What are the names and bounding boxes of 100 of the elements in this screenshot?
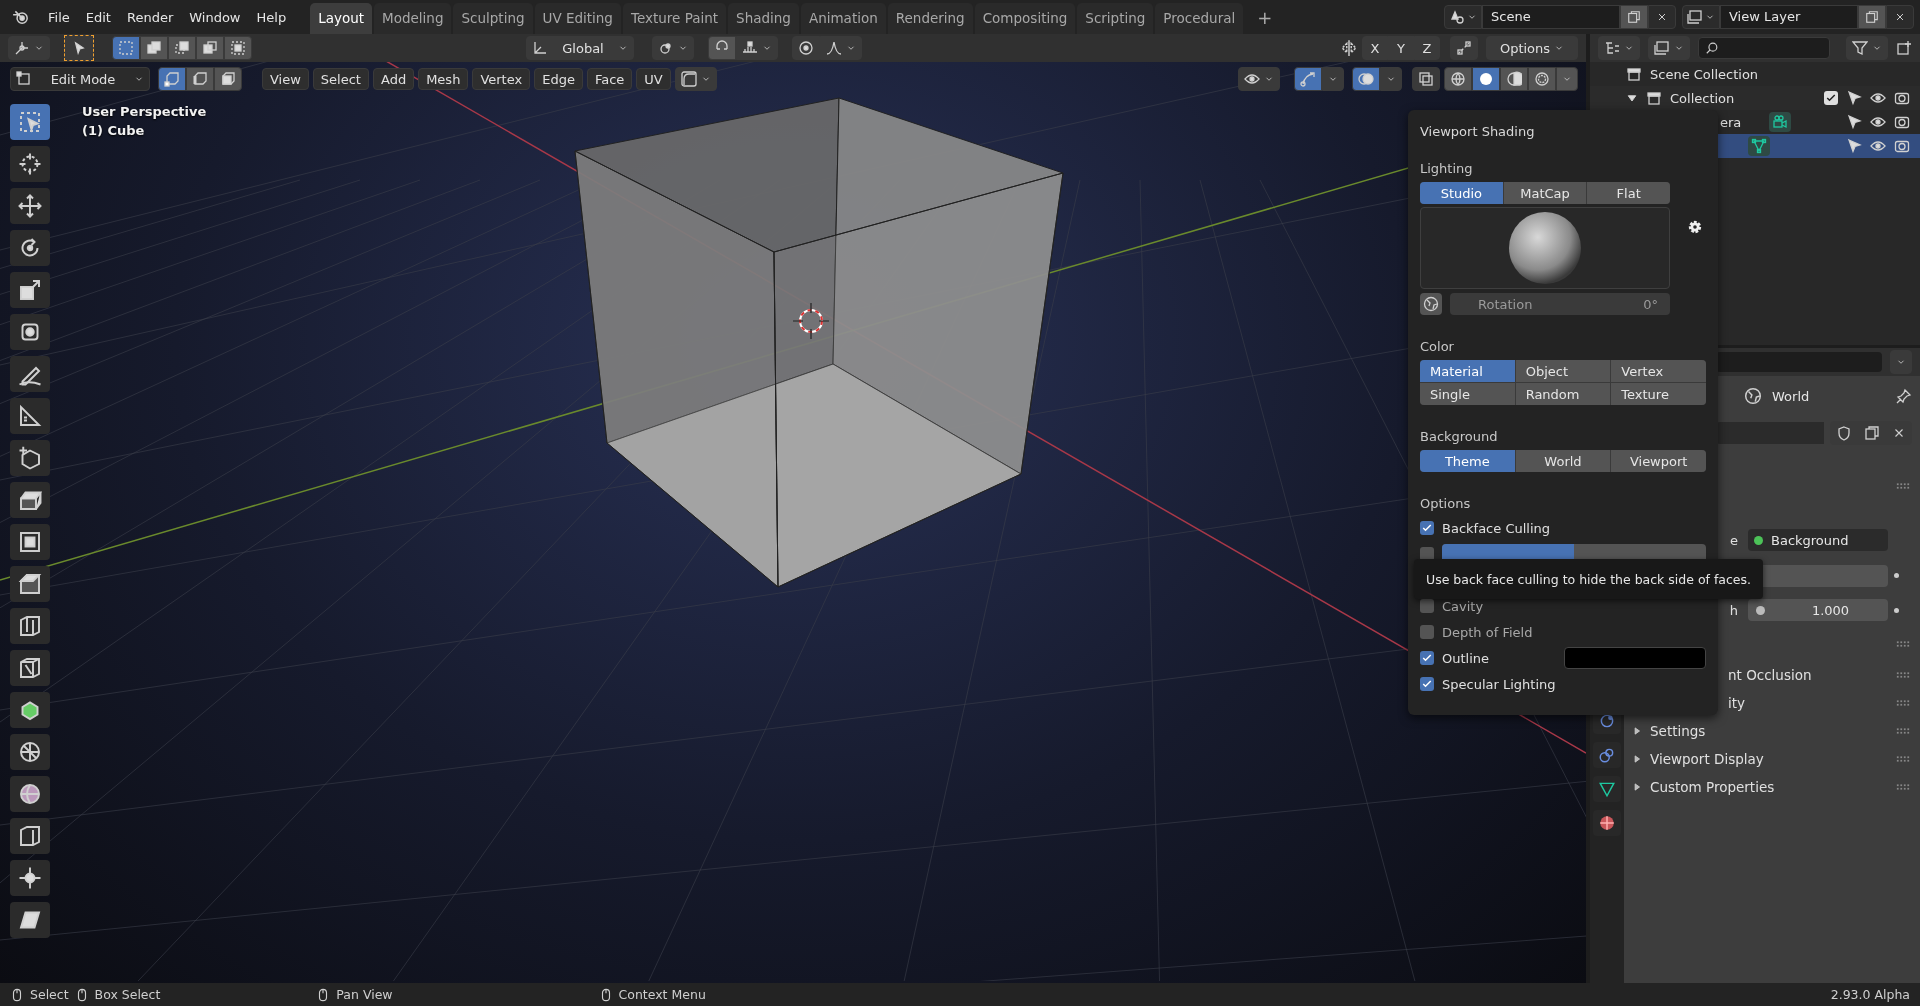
tool-button[interactable] <box>10 356 50 392</box>
tool-button[interactable] <box>10 692 50 728</box>
viewport-menu[interactable]: Mesh <box>418 68 469 90</box>
outliner-item[interactable]: Collection <box>1670 90 1735 106</box>
checkbox[interactable] <box>1420 677 1434 691</box>
segment-option[interactable]: Viewport <box>1611 450 1706 472</box>
visibility-dropdown[interactable] <box>1238 67 1280 91</box>
outliner-item[interactable]: era <box>1720 114 1742 130</box>
tool-button[interactable] <box>10 314 50 350</box>
mirror-axis-toggle[interactable]: Y <box>1388 36 1414 60</box>
auto-merge-toggle[interactable] <box>1450 36 1478 60</box>
properties-tab[interactable] <box>1593 776 1621 802</box>
tool-button[interactable] <box>10 272 50 308</box>
viewport-menu[interactable]: Face <box>586 68 633 90</box>
display-mode-dropdown[interactable] <box>1598 36 1640 60</box>
tool-button[interactable] <box>10 818 50 854</box>
checkbox[interactable] <box>1420 521 1434 535</box>
segment-option[interactable]: Texture <box>1611 383 1706 405</box>
surface-shader-field[interactable]: Background <box>1748 529 1888 551</box>
tool-button[interactable] <box>10 734 50 770</box>
snap-menu-button[interactable] <box>674 67 717 91</box>
checkbox[interactable] <box>1420 599 1434 613</box>
tool-button[interactable] <box>10 650 50 686</box>
panel-header[interactable]: nt Occlusion <box>1728 667 1812 683</box>
panel-header[interactable]: Custom Properties <box>1650 779 1775 795</box>
orientation-dropdown[interactable]: Global <box>526 36 634 60</box>
workspace-tab[interactable]: Texture Paint <box>622 3 727 34</box>
tool-button[interactable] <box>10 902 50 938</box>
selection-mode-button[interactable] <box>168 36 196 60</box>
panel-header[interactable]: ity <box>1728 695 1746 711</box>
selection-mode-button[interactable] <box>140 36 168 60</box>
menu-item[interactable]: File <box>40 5 78 29</box>
checkbox[interactable] <box>1420 625 1434 639</box>
segment-option[interactable]: Vertex <box>1611 360 1706 382</box>
expand-triangle-icon[interactable] <box>1626 92 1638 104</box>
collapsed-triangle-icon[interactable] <box>1632 782 1642 792</box>
workspace-tab[interactable]: Compositing <box>974 3 1076 34</box>
solid-sphere-icon[interactable] <box>1478 71 1494 87</box>
camera-data-icon[interactable] <box>1772 114 1789 130</box>
pointer-icon[interactable] <box>1846 138 1862 154</box>
collapsed-triangle-icon[interactable] <box>1632 754 1642 764</box>
segment-option[interactable]: Single <box>1420 383 1515 405</box>
snap-toggle[interactable] <box>708 36 736 60</box>
tool-button[interactable] <box>10 230 50 266</box>
properties-tab[interactable] <box>1593 810 1621 836</box>
shading-mode-button[interactable] <box>1500 67 1528 91</box>
menu-item[interactable]: Help <box>248 5 295 29</box>
menu-item[interactable]: Window <box>181 5 249 29</box>
segment-option[interactable]: Random <box>1515 383 1611 405</box>
shading-mode-button[interactable] <box>1444 67 1472 91</box>
pointer-icon[interactable] <box>1846 114 1862 130</box>
studio-light-preview[interactable] <box>1420 207 1670 289</box>
pivot-dropdown[interactable] <box>652 36 694 60</box>
workspace-tab[interactable]: Sculpting <box>453 3 533 34</box>
mode-dropdown[interactable]: Edit Mode <box>10 67 150 91</box>
filter-view-dropdown[interactable] <box>1648 36 1690 60</box>
element-mode-button[interactable] <box>214 67 242 91</box>
properties-tab[interactable] <box>1593 742 1621 768</box>
workspace-tab[interactable]: Shading <box>728 3 799 34</box>
mirror-icon[interactable] <box>1340 39 1358 57</box>
camera-icon[interactable] <box>1894 138 1910 154</box>
selection-mode-button[interactable] <box>224 36 252 60</box>
overlays-toggle[interactable] <box>1352 67 1380 91</box>
mesh-data-icon[interactable] <box>1751 138 1767 154</box>
panel-header[interactable]: Viewport Display <box>1650 751 1764 767</box>
camera-icon[interactable] <box>1894 90 1910 106</box>
viewport-menu[interactable]: Select <box>312 68 369 90</box>
tool-button[interactable] <box>10 776 50 812</box>
menu-item[interactable]: Render <box>118 5 182 29</box>
editor-type-button[interactable] <box>8 36 50 60</box>
tool-button[interactable] <box>10 566 50 602</box>
tool-button[interactable] <box>10 524 50 560</box>
select-tool-button[interactable] <box>64 35 94 61</box>
element-mode-button[interactable] <box>158 67 186 91</box>
add-workspace-button[interactable]: + <box>1251 5 1279 29</box>
gizmo-toggle[interactable] <box>1294 67 1322 91</box>
strength-field[interactable]: 1.000 <box>1748 599 1888 621</box>
workspace-tab[interactable]: Modeling <box>374 3 452 34</box>
mirror-axis-toggle[interactable]: Z <box>1414 36 1440 60</box>
panel-header[interactable]: Settings <box>1650 723 1706 739</box>
rotation-field[interactable]: Rotation 0° <box>1450 293 1670 315</box>
workspace-tab[interactable]: Scripting <box>1077 3 1154 34</box>
eye-icon[interactable] <box>1870 138 1886 154</box>
segment-option[interactable]: Flat <box>1587 182 1670 204</box>
exclude-checkbox[interactable] <box>1824 91 1838 105</box>
segment-option[interactable]: MatCap <box>1503 182 1587 204</box>
segment-option[interactable]: Studio <box>1420 182 1503 204</box>
tool-button[interactable] <box>10 608 50 644</box>
selection-mode-button[interactable] <box>196 36 224 60</box>
settings-icon[interactable] <box>1686 218 1704 236</box>
tool-button[interactable] <box>10 188 50 224</box>
selection-mode-button[interactable] <box>112 36 140 60</box>
tool-button[interactable] <box>10 860 50 896</box>
axes-icon[interactable] <box>14 40 30 56</box>
scene-name-field[interactable]: Scene <box>1482 5 1620 29</box>
viewport-menu[interactable]: Vertex <box>472 68 531 90</box>
viewport-menu[interactable]: Edge <box>534 68 583 90</box>
tool-button[interactable] <box>10 440 50 476</box>
3d-cursor-icon[interactable] <box>792 302 830 340</box>
segment-option[interactable]: World <box>1515 450 1611 472</box>
